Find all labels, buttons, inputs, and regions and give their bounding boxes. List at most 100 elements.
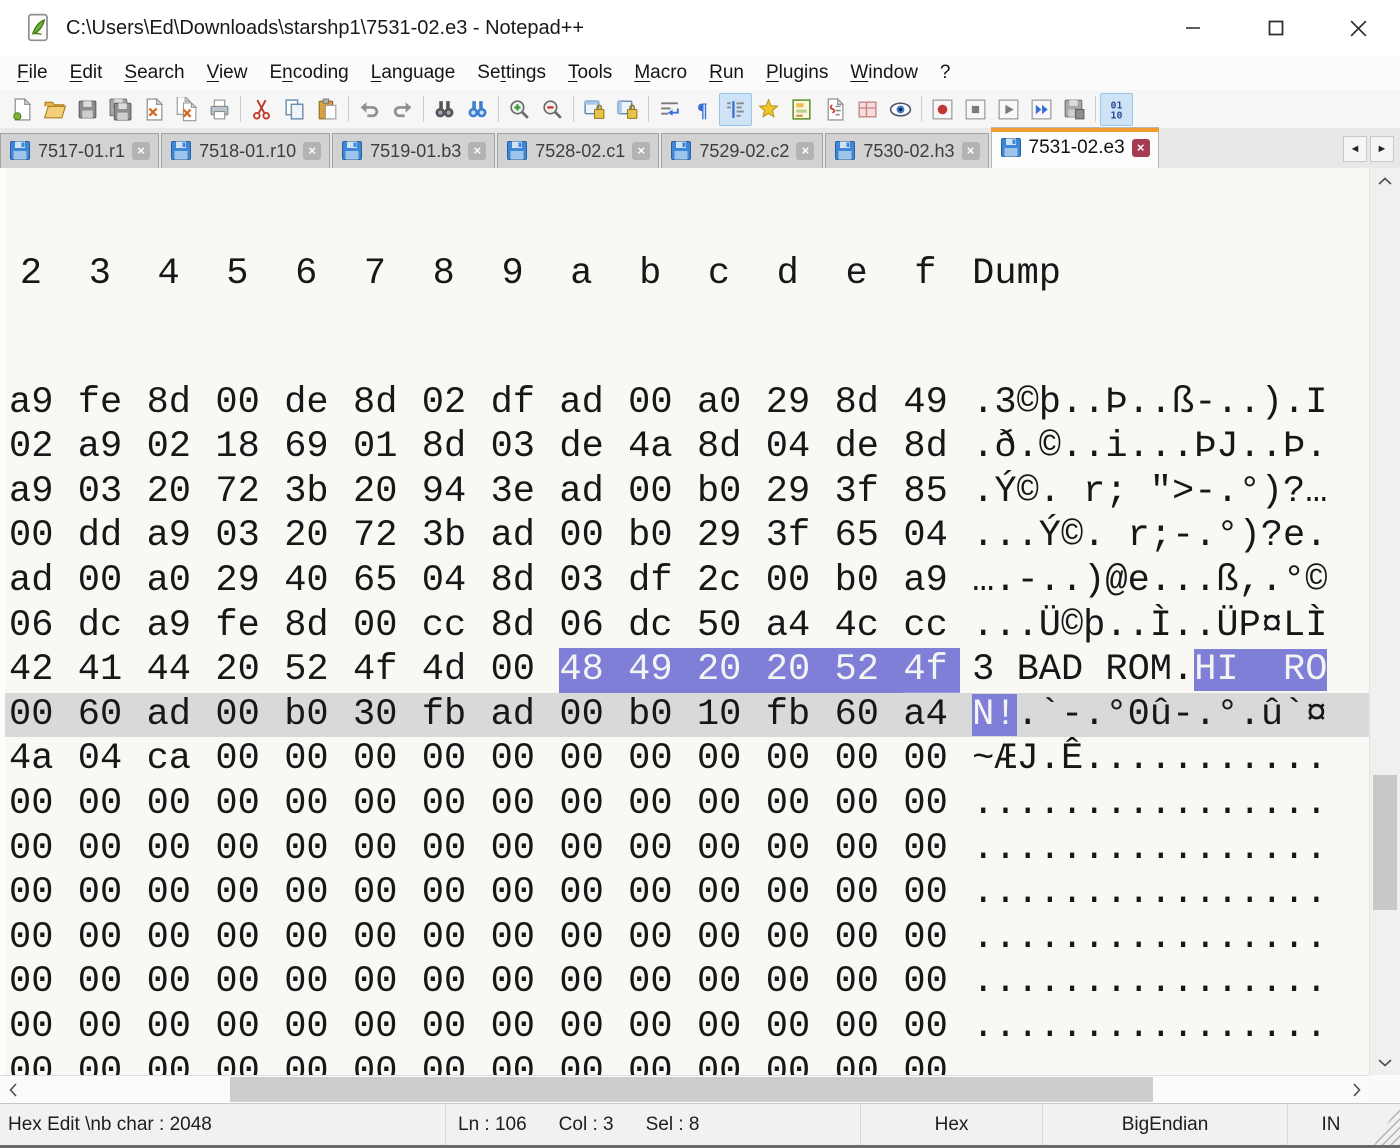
hex-byte[interactable]: 18 <box>215 425 284 470</box>
hex-byte[interactable]: 03 <box>491 425 560 470</box>
hex-byte[interactable]: a9 <box>903 559 972 604</box>
hex-byte[interactable]: 00 <box>697 916 766 961</box>
hex-byte[interactable]: 00 <box>215 1050 284 1076</box>
hex-byte[interactable]: 00 <box>353 871 422 916</box>
hex-byte[interactable]: 4c <box>835 604 904 649</box>
hex-byte[interactable]: 4d <box>422 648 491 693</box>
hex-byte[interactable]: de <box>284 381 353 426</box>
hex-byte[interactable]: 65 <box>835 514 904 559</box>
hex-byte[interactable]: df <box>628 559 697 604</box>
tab-close-icon[interactable]: × <box>961 142 980 160</box>
hex-row[interactable]: a9 fe 8d 00 de 8d 02 df ad 00 a0 29 8d 49.3©þ..Þ..ß-.… <box>5 381 1369 426</box>
hex-byte[interactable]: 00 <box>215 871 284 916</box>
hex-byte[interactable]: 00 <box>353 827 422 872</box>
tab-7517-01.r1[interactable]: 7517-01.r1 × <box>0 133 160 168</box>
status-insert-mode[interactable]: IN <box>1287 1104 1374 1145</box>
hex-byte[interactable]: 00 <box>835 737 904 782</box>
tab-7519-01.b3[interactable]: 7519-01.b3 × <box>332 133 496 168</box>
hex-byte[interactable]: a9 <box>9 470 78 515</box>
hex-byte[interactable]: 3f <box>835 470 904 515</box>
hex-byte[interactable]: 52 <box>834 648 904 693</box>
show-indent-guide-button[interactable] <box>719 92 752 126</box>
hex-byte[interactable]: 72 <box>353 514 422 559</box>
hex-byte[interactable]: 00 <box>903 782 972 827</box>
hex-byte[interactable]: 00 <box>9 1005 78 1050</box>
macro-stop-button[interactable] <box>959 93 992 126</box>
hex-byte[interactable]: 42 <box>9 648 78 693</box>
hex-byte[interactable]: 00 <box>147 916 216 961</box>
hex-byte[interactable]: 00 <box>766 916 835 961</box>
hex-byte[interactable]: 00 <box>491 960 560 1005</box>
hex-byte[interactable]: 00 <box>628 1005 697 1050</box>
hex-byte[interactable]: 10 <box>697 693 766 738</box>
dump-text[interactable]: .Ý©. r; ">-.°)?… <box>972 470 1327 515</box>
hex-byte[interactable]: 00 <box>78 916 147 961</box>
hex-byte[interactable]: 52 <box>284 648 353 693</box>
hex-row[interactable]: ad 00 a0 29 40 65 04 8d 03 df 2c 00 b0 a9 ….-..)@e...ß… <box>5 559 1369 604</box>
hex-byte[interactable]: 00 <box>766 559 835 604</box>
hex-byte[interactable]: 00 <box>766 737 835 782</box>
menu-item-edit[interactable]: Edit <box>59 56 114 90</box>
hex-byte[interactable]: 00 <box>697 960 766 1005</box>
hex-byte[interactable]: 00 <box>422 871 491 916</box>
menu-item-macro[interactable]: Macro <box>623 56 698 90</box>
menu-item-run[interactable]: Run <box>698 56 755 90</box>
hex-byte[interactable]: b0 <box>628 514 697 559</box>
scroll-left-button[interactable] <box>0 1076 26 1103</box>
dump-text[interactable]: ................ <box>972 782 1327 827</box>
hex-byte[interactable]: a9 <box>9 381 78 426</box>
menu-item-language[interactable]: Language <box>360 56 467 90</box>
hex-byte[interactable]: dc <box>628 604 697 649</box>
hex-byte[interactable]: 00 <box>491 1050 560 1076</box>
hex-byte[interactable]: 00 <box>766 1005 835 1050</box>
menu-item-settings[interactable]: Settings <box>466 56 557 90</box>
hex-byte[interactable]: 00 <box>78 782 147 827</box>
replace-button[interactable] <box>461 93 494 126</box>
hex-byte[interactable]: 49 <box>903 381 972 426</box>
hex-byte[interactable]: 00 <box>559 871 628 916</box>
tab-close-icon[interactable]: × <box>303 142 322 160</box>
hex-byte[interactable]: 4a <box>628 425 697 470</box>
menu-item-view[interactable]: View <box>196 56 259 90</box>
hex-byte[interactable]: a9 <box>147 604 216 649</box>
hex-byte[interactable]: 8d <box>697 425 766 470</box>
hex-byte[interactable]: 00 <box>491 871 560 916</box>
hex-byte[interactable]: a4 <box>766 604 835 649</box>
hex-byte[interactable]: 00 <box>284 960 353 1005</box>
hex-byte[interactable]: 29 <box>766 381 835 426</box>
hex-byte[interactable]: fb <box>766 693 835 738</box>
maximize-button[interactable] <box>1234 0 1317 56</box>
hex-byte[interactable]: 00 <box>215 381 284 426</box>
macro-playback-button[interactable] <box>992 93 1025 126</box>
hex-byte[interactable]: 00 <box>491 648 560 693</box>
scroll-right-button[interactable] <box>1343 1076 1369 1103</box>
hex-byte[interactable]: 00 <box>422 960 491 1005</box>
hex-byte[interactable]: 00 <box>422 916 491 961</box>
hex-byte[interactable]: 03 <box>78 470 147 515</box>
hex-byte[interactable]: 00 <box>559 827 628 872</box>
hex-byte[interactable]: 00 <box>559 514 628 559</box>
hex-byte[interactable]: cc <box>422 604 491 649</box>
hex-byte[interactable]: 00 <box>766 1050 835 1076</box>
hex-byte[interactable]: 29 <box>766 470 835 515</box>
hex-byte[interactable]: 03 <box>215 514 284 559</box>
hex-byte[interactable]: 00 <box>835 916 904 961</box>
horizontal-scrollbar[interactable] <box>0 1075 1369 1103</box>
tab-scroll-left-button[interactable]: ◄ <box>1343 136 1367 162</box>
hex-byte[interactable]: 00 <box>628 916 697 961</box>
hex-byte[interactable]: 00 <box>284 782 353 827</box>
hex-byte[interactable]: 00 <box>215 827 284 872</box>
hex-byte[interactable]: 00 <box>353 1005 422 1050</box>
hex-byte[interactable]: 00 <box>766 871 835 916</box>
hex-byte[interactable]: 29 <box>215 559 284 604</box>
menu-item-window[interactable]: Window <box>839 56 929 90</box>
hex-byte[interactable]: 00 <box>215 960 284 1005</box>
hex-byte[interactable]: 00 <box>559 737 628 782</box>
hex-byte[interactable]: 00 <box>559 693 628 738</box>
hex-byte[interactable]: 00 <box>491 827 560 872</box>
hex-byte[interactable]: 00 <box>628 960 697 1005</box>
hex-byte[interactable]: 20 <box>215 648 284 693</box>
hex-byte[interactable]: 00 <box>628 827 697 872</box>
tab-close-icon[interactable]: × <box>632 142 651 160</box>
hex-byte[interactable]: 00 <box>628 1050 697 1076</box>
